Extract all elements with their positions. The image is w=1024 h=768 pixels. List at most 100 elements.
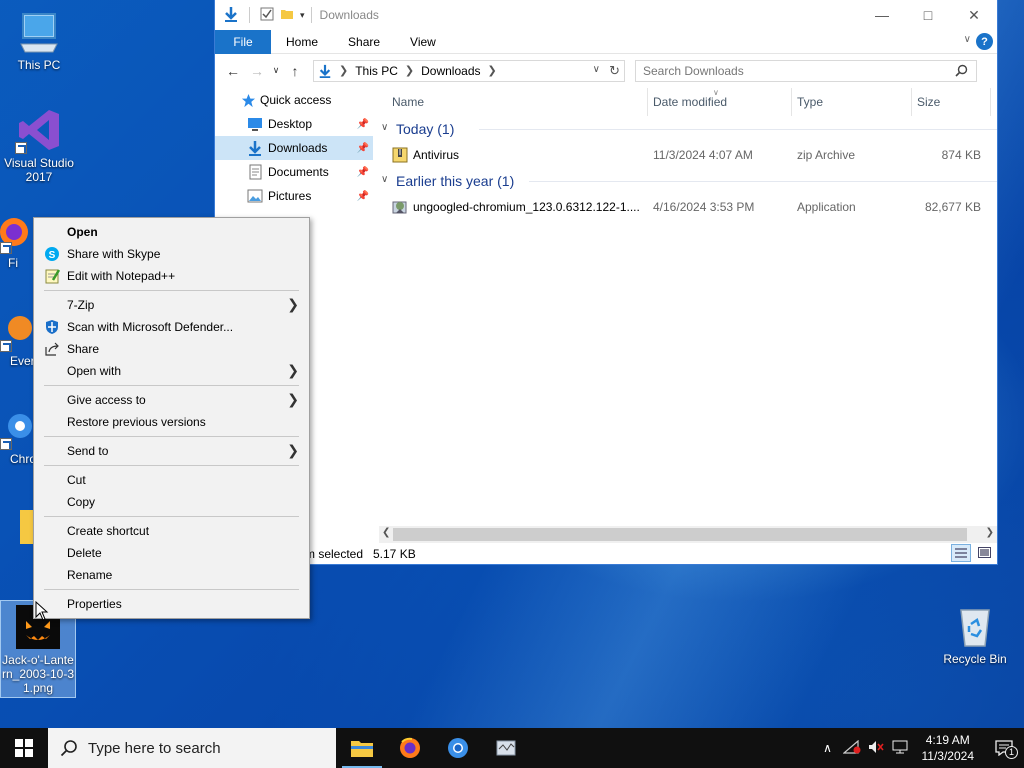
menu-item-give-access-to[interactable]: Give access to ❯: [34, 389, 309, 411]
group-header-earlier-this-year[interactable]: ∨ Earlier this year (1): [379, 168, 997, 194]
scroll-left-icon[interactable]: ❮: [382, 527, 390, 538]
taskbar-network-app[interactable]: [482, 728, 530, 768]
taskbar-firefox[interactable]: [386, 728, 434, 768]
address-dropdown-icon[interactable]: ∨: [593, 64, 600, 75]
column-headers: Name Date modified ∨ Type Size: [379, 88, 997, 116]
star-icon: [241, 93, 256, 107]
submenu-arrow-icon: ❯: [287, 362, 299, 378]
menu-item-open-with[interactable]: Open with ❯: [34, 360, 309, 382]
clock-date: 11/3/2024: [921, 749, 975, 763]
scroll-right-icon[interactable]: ❯: [986, 527, 994, 538]
nav-quick-access[interactable]: Quick access: [215, 88, 373, 112]
group-title: Today (1): [396, 121, 455, 137]
menu-item-properties[interactable]: Properties: [34, 593, 309, 615]
refresh-icon[interactable]: ↻: [609, 63, 620, 79]
skype-icon: S: [44, 246, 60, 262]
nav-desktop[interactable]: Desktop 📌: [215, 112, 373, 136]
menu-label: Send to: [67, 444, 109, 458]
taskbar-chromium[interactable]: [434, 728, 482, 768]
column-type[interactable]: Type: [797, 95, 823, 109]
menu-label: Copy: [67, 495, 96, 509]
address-bar[interactable]: ❯ This PC ❯ Downloads ❯ ∨ ↻: [313, 59, 625, 82]
taskbar-file-explorer[interactable]: [338, 728, 386, 768]
show-hidden-icons-icon[interactable]: ∧: [816, 741, 840, 755]
menu-label: Share: [67, 342, 100, 356]
close-button[interactable]: ✕: [951, 0, 997, 30]
network-disconnected-icon[interactable]: [840, 739, 864, 757]
horizontal-scrollbar[interactable]: ❮ ❯: [379, 526, 997, 543]
group-header-today[interactable]: ∨ Today (1): [379, 116, 997, 142]
tab-file[interactable]: File: [215, 29, 271, 54]
pin-icon[interactable]: 📌: [357, 191, 369, 202]
menu-item-edit-with-notepad-plus-plus[interactable]: Edit with Notepad++: [34, 265, 309, 287]
file-row-antivirus[interactable]: Antivirus 11/3/2024 4:07 AM zip Archive …: [379, 142, 997, 168]
desktop-icon-this-pc[interactable]: This PC: [1, 8, 77, 72]
collapse-group-icon[interactable]: ∨: [381, 122, 388, 133]
tab-view[interactable]: View: [395, 30, 451, 54]
menu-item-restore-previous-versions[interactable]: Restore previous versions: [34, 411, 309, 433]
menu-item-create-shortcut[interactable]: Create shortcut: [34, 520, 309, 542]
desktop-icon-recycle-bin[interactable]: Recycle Bin: [937, 602, 1013, 666]
help-button[interactable]: ?: [976, 33, 993, 50]
nav-label: Desktop: [268, 117, 313, 131]
column-size[interactable]: Size: [917, 95, 940, 109]
column-date-modified[interactable]: Date modified: [653, 95, 727, 109]
scrollbar-thumb[interactable]: [393, 528, 967, 541]
recent-locations-button[interactable]: ∨: [269, 65, 283, 76]
search-icon: [955, 64, 968, 80]
menu-item-open[interactable]: Open: [34, 221, 309, 243]
clock[interactable]: 4:19 AM 11/3/2024: [912, 732, 985, 764]
back-button[interactable]: ←: [221, 63, 245, 79]
taskbar-search-box[interactable]: Type here to search: [48, 728, 336, 768]
menu-separator: [44, 436, 299, 437]
menu-item-send-to[interactable]: Send to ❯: [34, 440, 309, 462]
search-box[interactable]: Search Downloads: [635, 59, 977, 82]
pin-icon[interactable]: 📌: [357, 119, 369, 130]
volume-muted-icon[interactable]: [864, 740, 888, 757]
nav-label: Pictures: [268, 189, 312, 203]
file-list: Name Date modified ∨ Type Size ∨ Today (…: [379, 88, 997, 528]
forward-button[interactable]: →: [245, 63, 269, 79]
nav-pictures[interactable]: Pictures 📌: [215, 184, 373, 208]
nav-downloads[interactable]: Downloads 📌: [215, 136, 373, 160]
windows-logo-icon: [15, 739, 33, 757]
tab-home[interactable]: Home: [271, 30, 333, 54]
menu-item-copy[interactable]: Copy: [34, 491, 309, 513]
menu-item-share-with-skype[interactable]: S Share with Skype: [34, 243, 309, 265]
downloads-arrow-icon: [319, 64, 331, 78]
minimize-button[interactable]: —: [859, 0, 905, 30]
network-icon[interactable]: [888, 740, 912, 757]
up-button[interactable]: ↑: [283, 63, 307, 79]
menu-item-7-zip[interactable]: 7-Zip ❯: [34, 294, 309, 316]
defender-shield-icon: [44, 319, 60, 335]
nav-documents[interactable]: Documents 📌: [215, 160, 373, 184]
expand-ribbon-icon[interactable]: ∨: [964, 34, 971, 45]
pin-icon[interactable]: 📌: [357, 167, 369, 178]
start-button[interactable]: [0, 728, 48, 768]
large-icons-view-icon[interactable]: [978, 547, 991, 561]
new-folder-quick-icon[interactable]: [280, 7, 294, 24]
firefox-icon: [0, 206, 34, 254]
this-pc-icon: [15, 8, 63, 56]
menu-item-share[interactable]: Share: [34, 338, 309, 360]
details-view-icon[interactable]: [951, 544, 971, 562]
menu-item-delete[interactable]: Delete: [34, 542, 309, 564]
column-name[interactable]: Name: [392, 95, 424, 109]
menu-item-scan-with-defender[interactable]: Scan with Microsoft Defender...: [34, 316, 309, 338]
system-tray: ∧ 4:19 AM 11/3/2024 1: [816, 728, 1024, 768]
nav-label: Downloads: [268, 141, 328, 155]
file-type: Application: [797, 200, 856, 214]
notifications-icon[interactable]: 1: [984, 740, 1024, 759]
tab-share[interactable]: Share: [333, 30, 395, 54]
maximize-button[interactable]: □: [905, 0, 951, 30]
file-row-ungoogled-chromium[interactable]: ungoogled-chromium_123.0.6312.122-1.... …: [379, 194, 997, 220]
desktop-icon-visual-studio[interactable]: Visual Studio 2017: [1, 106, 77, 184]
menu-item-rename[interactable]: Rename: [34, 564, 309, 586]
menu-item-cut[interactable]: Cut: [34, 469, 309, 491]
breadcrumb-this-pc[interactable]: This PC: [355, 64, 398, 78]
properties-quick-icon[interactable]: [260, 7, 274, 24]
customize-toolbar-icon[interactable]: ▾: [300, 10, 305, 21]
breadcrumb-downloads[interactable]: Downloads: [421, 64, 480, 78]
collapse-group-icon[interactable]: ∨: [381, 174, 388, 185]
pin-icon[interactable]: 📌: [357, 143, 369, 154]
